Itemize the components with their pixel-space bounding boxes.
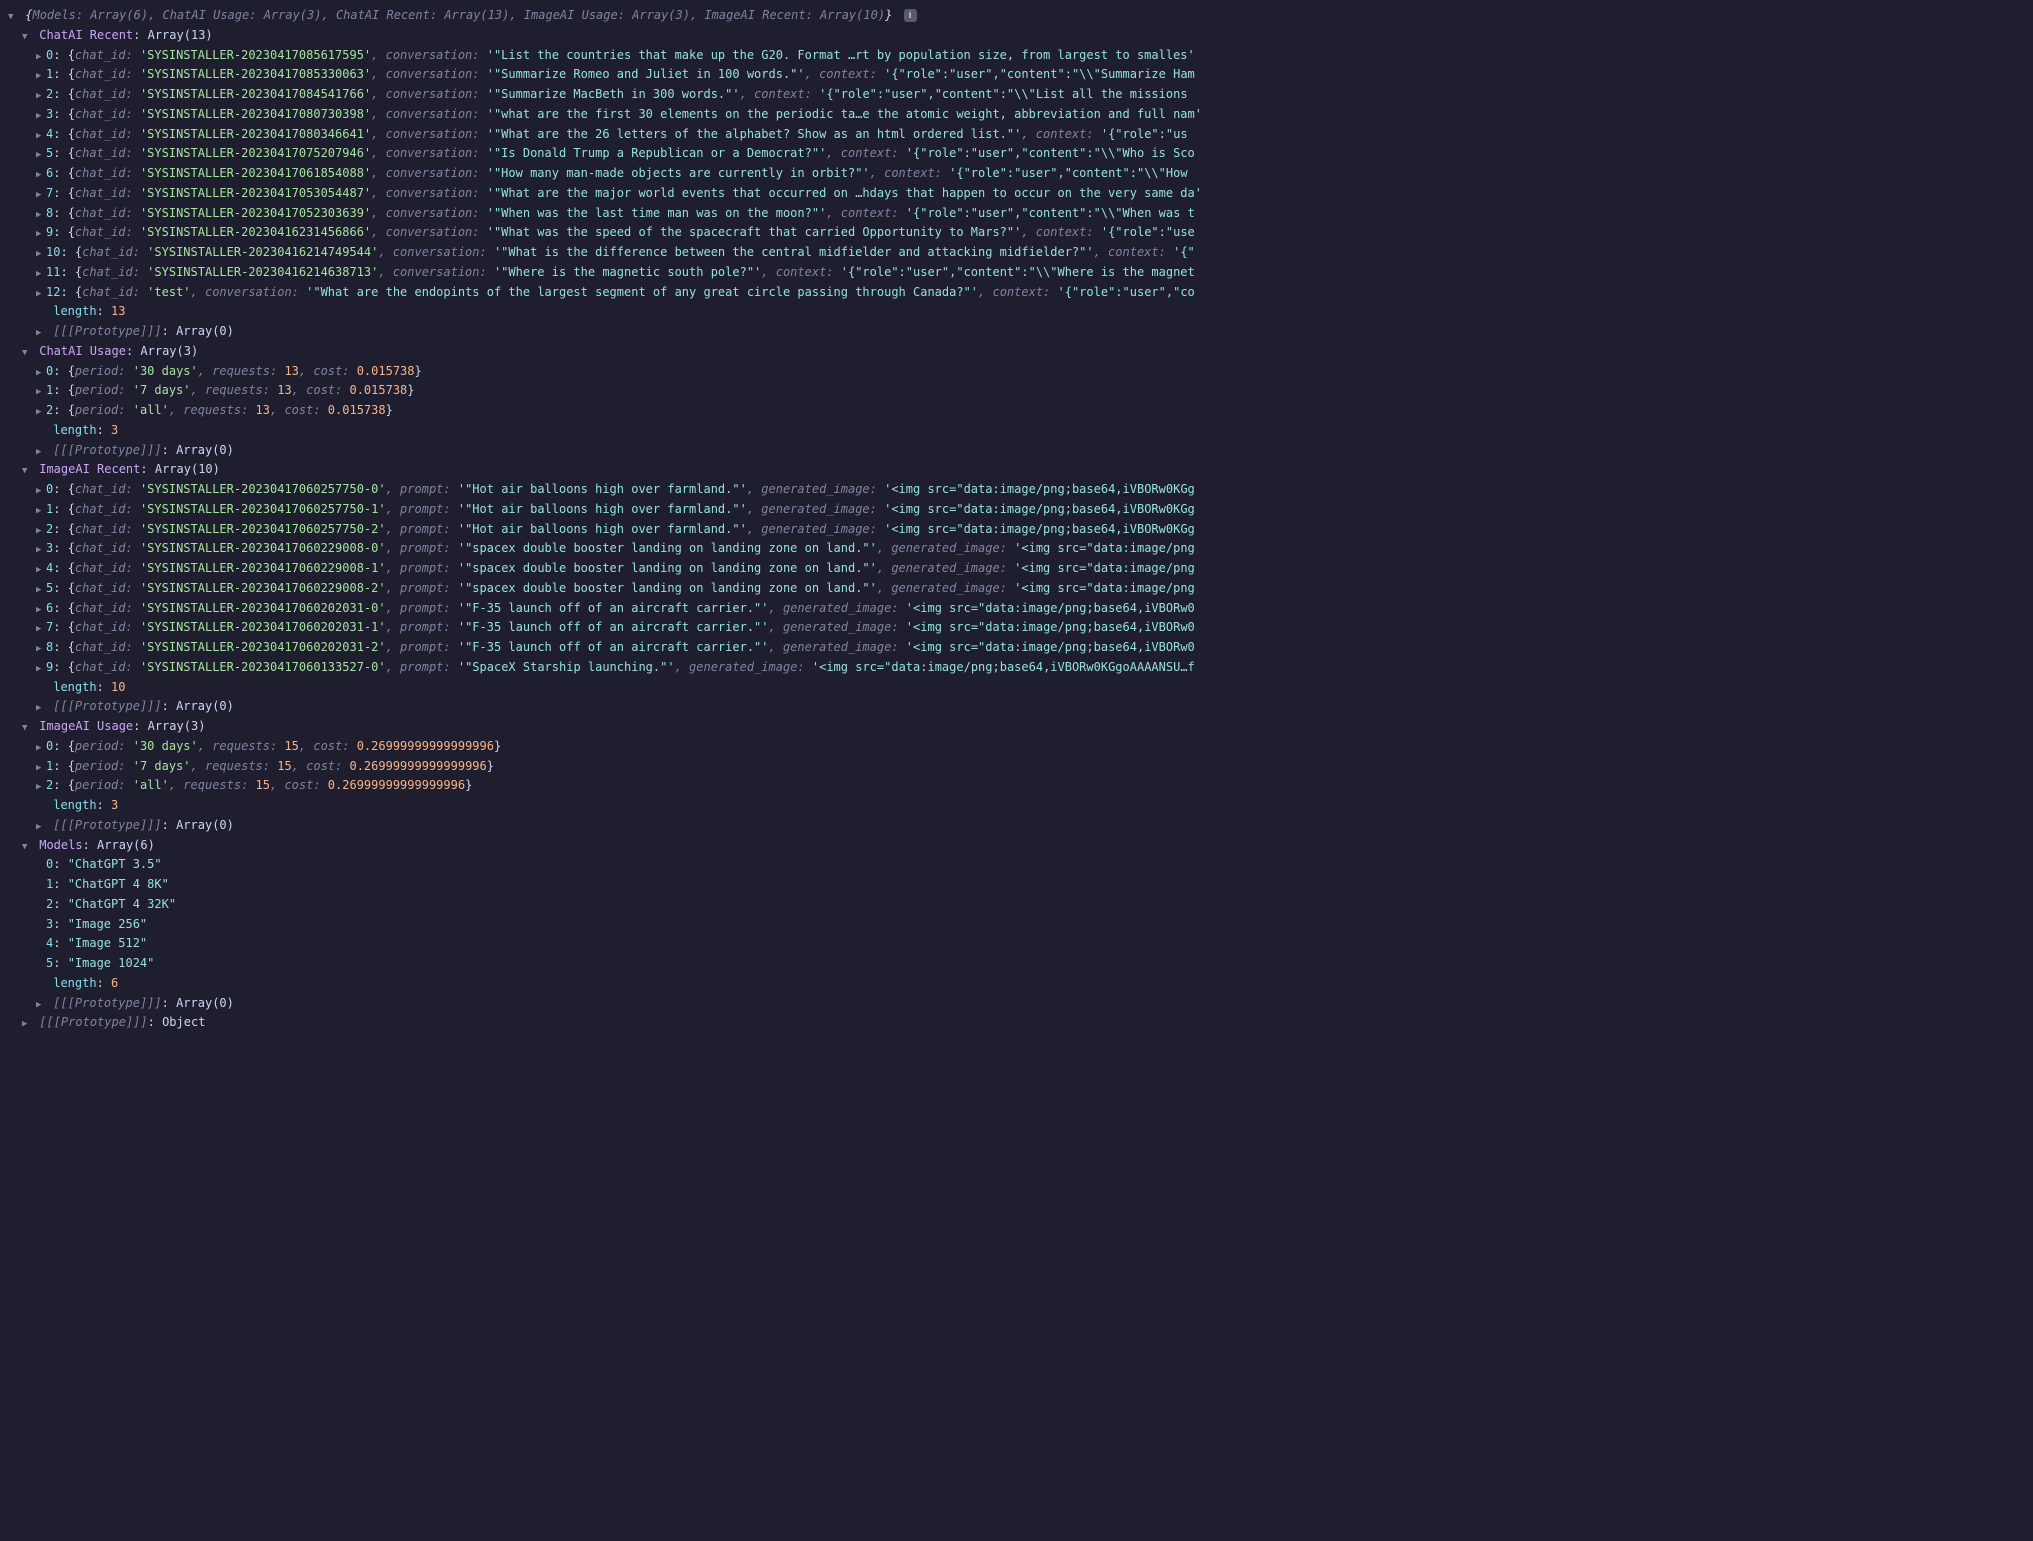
caret-icon[interactable] bbox=[36, 224, 46, 242]
caret-icon[interactable] bbox=[36, 442, 46, 460]
root-prototype-row[interactable]: [[[Prototype]]]: Object bbox=[22, 1013, 2025, 1033]
array-item[interactable]: 10: {chat_id: 'SYSINSTALLER-202304162147… bbox=[36, 243, 2025, 263]
array-item[interactable]: 12: {chat_id: 'test', conversation: '"Wh… bbox=[36, 283, 2025, 303]
array-item[interactable]: 8: {chat_id: 'SYSINSTALLER-2023041706020… bbox=[36, 638, 2025, 658]
caret-icon[interactable] bbox=[36, 382, 46, 400]
caret-icon[interactable] bbox=[36, 86, 46, 104]
array-item[interactable]: 0: {period: '30 days', requests: 13, cos… bbox=[36, 362, 2025, 382]
array-item[interactable]: 2: {chat_id: 'SYSINSTALLER-2023041708454… bbox=[36, 85, 2025, 105]
array-item[interactable]: 0: {period: '30 days', requests: 15, cos… bbox=[36, 737, 2025, 757]
array-item[interactable]: 1: {chat_id: 'SYSINSTALLER-2023041706025… bbox=[36, 500, 2025, 520]
array-item[interactable]: 2: {chat_id: 'SYSINSTALLER-2023041706025… bbox=[36, 520, 2025, 540]
caret-icon[interactable] bbox=[36, 560, 46, 578]
caret-icon[interactable] bbox=[22, 837, 32, 855]
length-row: length: 13 bbox=[36, 302, 2025, 322]
array-item[interactable]: 5: {chat_id: 'SYSINSTALLER-2023041707520… bbox=[36, 144, 2025, 164]
caret-icon[interactable] bbox=[36, 47, 46, 65]
array-item[interactable]: 0: {chat_id: 'SYSINSTALLER-2023041708561… bbox=[36, 46, 2025, 66]
caret-icon[interactable] bbox=[8, 7, 18, 25]
caret-icon[interactable] bbox=[36, 145, 46, 163]
caret-icon[interactable] bbox=[36, 402, 46, 420]
length-row: length: 10 bbox=[36, 678, 2025, 698]
array-item[interactable]: 2: "ChatGPT 4 32K" bbox=[36, 895, 2025, 915]
caret-icon[interactable] bbox=[36, 323, 46, 341]
caret-icon[interactable] bbox=[36, 639, 46, 657]
array-item[interactable]: 3: {chat_id: 'SYSINSTALLER-2023041706022… bbox=[36, 539, 2025, 559]
array-item[interactable]: 9: {chat_id: 'SYSINSTALLER-2023041706013… bbox=[36, 658, 2025, 678]
caret-icon[interactable] bbox=[36, 758, 46, 776]
caret-icon[interactable] bbox=[36, 481, 46, 499]
prototype-row[interactable]: [[[Prototype]]]: Array(0) bbox=[36, 994, 2025, 1014]
caret-icon[interactable] bbox=[36, 106, 46, 124]
caret-icon[interactable] bbox=[22, 343, 32, 361]
array-item[interactable]: 4: {chat_id: 'SYSINSTALLER-2023041706022… bbox=[36, 559, 2025, 579]
array-item[interactable]: 1: "ChatGPT 4 8K" bbox=[36, 875, 2025, 895]
caret-icon[interactable] bbox=[22, 718, 32, 736]
prototype-row[interactable]: [[[Prototype]]]: Array(0) bbox=[36, 322, 2025, 342]
array-item[interactable]: 6: {chat_id: 'SYSINSTALLER-2023041706020… bbox=[36, 599, 2025, 619]
prototype-row[interactable]: [[[Prototype]]]: Array(0) bbox=[36, 441, 2025, 461]
caret-icon[interactable] bbox=[36, 165, 46, 183]
caret-icon[interactable] bbox=[36, 185, 46, 203]
caret-icon[interactable] bbox=[36, 363, 46, 381]
array-item[interactable]: 1: {chat_id: 'SYSINSTALLER-2023041708533… bbox=[36, 65, 2025, 85]
caret-icon[interactable] bbox=[36, 738, 46, 756]
array-item[interactable]: 2: {period: 'all', requests: 13, cost: 0… bbox=[36, 401, 2025, 421]
array-item[interactable]: 3: "Image 256" bbox=[36, 915, 2025, 935]
prototype-row[interactable]: [[[Prototype]]]: Array(0) bbox=[36, 816, 2025, 836]
array-item[interactable]: 6: {chat_id: 'SYSINSTALLER-2023041706185… bbox=[36, 164, 2025, 184]
array-item[interactable]: 8: {chat_id: 'SYSINSTALLER-2023041705230… bbox=[36, 204, 2025, 224]
section-img-usage[interactable]: ImageAI Usage: Array(3) bbox=[22, 717, 2025, 737]
caret-icon[interactable] bbox=[36, 264, 46, 282]
array-item[interactable]: 4: "Image 512" bbox=[36, 934, 2025, 954]
length-row: length: 6 bbox=[36, 974, 2025, 994]
array-item[interactable]: 0: "ChatGPT 3.5" bbox=[36, 855, 2025, 875]
length-row: length: 3 bbox=[36, 421, 2025, 441]
array-item[interactable]: 0: {chat_id: 'SYSINSTALLER-2023041706025… bbox=[36, 480, 2025, 500]
section-img-recent[interactable]: ImageAI Recent: Array(10) bbox=[22, 460, 2025, 480]
array-item[interactable]: 2: {period: 'all', requests: 15, cost: 0… bbox=[36, 776, 2025, 796]
caret-icon[interactable] bbox=[22, 1014, 32, 1032]
caret-icon[interactable] bbox=[36, 817, 46, 835]
array-item[interactable]: 7: {chat_id: 'SYSINSTALLER-2023041705305… bbox=[36, 184, 2025, 204]
caret-icon[interactable] bbox=[36, 619, 46, 637]
caret-icon[interactable] bbox=[36, 244, 46, 262]
array-item[interactable]: 3: {chat_id: 'SYSINSTALLER-2023041708073… bbox=[36, 105, 2025, 125]
length-row: length: 3 bbox=[36, 796, 2025, 816]
root-object-summary[interactable]: {Models: Array(6), ChatAI Usage: Array(3… bbox=[8, 6, 2025, 26]
caret-icon[interactable] bbox=[36, 995, 46, 1013]
array-item[interactable]: 1: {period: '7 days', requests: 15, cost… bbox=[36, 757, 2025, 777]
caret-icon[interactable] bbox=[36, 659, 46, 677]
array-item[interactable]: 11: {chat_id: 'SYSINSTALLER-202304162146… bbox=[36, 263, 2025, 283]
array-item[interactable]: 4: {chat_id: 'SYSINSTALLER-2023041708034… bbox=[36, 125, 2025, 145]
caret-icon[interactable] bbox=[36, 580, 46, 598]
caret-icon[interactable] bbox=[36, 501, 46, 519]
caret-icon[interactable] bbox=[36, 698, 46, 716]
section-chat-recent[interactable]: ChatAI Recent: Array(13) bbox=[22, 26, 2025, 46]
array-item[interactable]: 5: {chat_id: 'SYSINSTALLER-2023041706022… bbox=[36, 579, 2025, 599]
array-item[interactable]: 9: {chat_id: 'SYSINSTALLER-2023041623145… bbox=[36, 223, 2025, 243]
caret-icon[interactable] bbox=[36, 521, 46, 539]
caret-icon[interactable] bbox=[22, 27, 32, 45]
caret-icon[interactable] bbox=[36, 777, 46, 795]
caret-icon[interactable] bbox=[36, 126, 46, 144]
array-item[interactable]: 7: {chat_id: 'SYSINSTALLER-2023041706020… bbox=[36, 618, 2025, 638]
info-icon[interactable]: i bbox=[904, 9, 917, 22]
array-item[interactable]: 5: "Image 1024" bbox=[36, 954, 2025, 974]
caret-icon[interactable] bbox=[36, 205, 46, 223]
console-object-tree: {Models: Array(6), ChatAI Usage: Array(3… bbox=[0, 0, 2033, 1063]
caret-icon[interactable] bbox=[36, 540, 46, 558]
array-item[interactable]: 1: {period: '7 days', requests: 13, cost… bbox=[36, 381, 2025, 401]
caret-icon[interactable] bbox=[36, 284, 46, 302]
prototype-row[interactable]: [[[Prototype]]]: Array(0) bbox=[36, 697, 2025, 717]
section-chat-usage[interactable]: ChatAI Usage: Array(3) bbox=[22, 342, 2025, 362]
caret-icon[interactable] bbox=[36, 66, 46, 84]
section-models[interactable]: Models: Array(6) bbox=[22, 836, 2025, 856]
caret-icon[interactable] bbox=[22, 461, 32, 479]
caret-icon[interactable] bbox=[36, 600, 46, 618]
